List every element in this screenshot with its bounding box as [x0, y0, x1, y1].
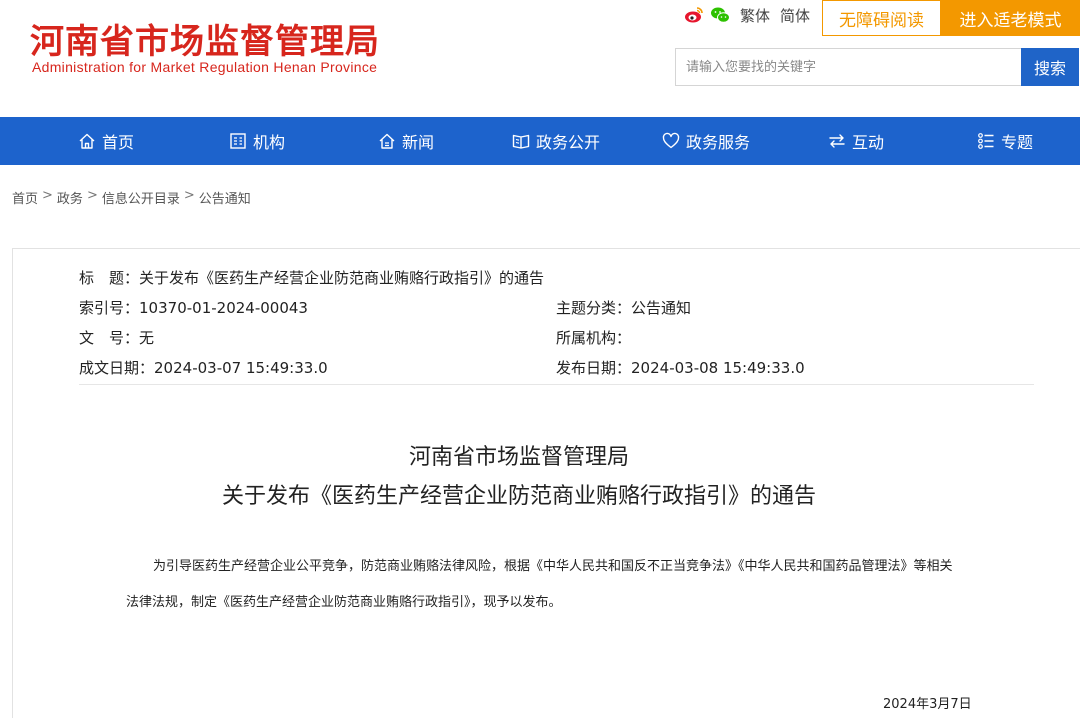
list-icon [978, 133, 994, 149]
article-panel: 标 题：关于发布《医药生产经营企业防范商业贿赂行政指引》的通告 索引号：1037… [12, 248, 1080, 718]
nav-item-label: 新闻 [402, 133, 435, 152]
breadcrumb-separator: > [86, 188, 98, 203]
meta-org-row: 所属机构： [556, 327, 631, 348]
meta-title-row: 标 题：关于发布《医药生产经营企业防范商业贿赂行政指引》的通告 [79, 267, 544, 288]
breadcrumb-separator: > [42, 188, 53, 203]
wechat-icon[interactable] [710, 6, 730, 24]
elder-mode-button[interactable]: 进入适老模式 [941, 0, 1080, 36]
article-date: 2024年3月7日 [883, 697, 972, 712]
simplified-chinese-link[interactable]: 简体 [780, 5, 810, 26]
nav-item-interaction[interactable]: 互动 [828, 117, 884, 165]
meta-published-value: 2024-03-08 15:49:33.0 [631, 359, 805, 377]
heart-icon [662, 132, 680, 149]
meta-index-row: 索引号：10370-01-2024-00043 [79, 297, 308, 318]
open-book-icon [512, 134, 530, 149]
nav-item-label: 专题 [1001, 133, 1034, 152]
meta-category-row: 主题分类：公告通知 [556, 297, 691, 318]
site-logo-subtitle: Administration for Market Regulation Hen… [32, 59, 378, 75]
home-icon [79, 133, 95, 149]
meta-docno-row: 文 号：无 [79, 327, 154, 348]
nav-item-institutions[interactable]: 机构 [229, 117, 285, 165]
meta-docno-label: 文 号： [79, 329, 140, 347]
meta-created-row: 成文日期：2024-03-07 15:49:33.0 [79, 357, 328, 378]
meta-published-label: 发布日期： [556, 359, 632, 377]
main-nav: 首页 机构 新闻 政务公开 政务服务 互动 专题 [0, 117, 1080, 165]
meta-index-label: 索引号： [79, 299, 140, 317]
breadcrumb-government[interactable]: 政务 [57, 188, 83, 207]
nav-item-label: 机构 [253, 133, 286, 152]
meta-published-row: 发布日期：2024-03-08 15:49:33.0 [556, 357, 805, 378]
search-button[interactable]: 搜索 [1021, 48, 1079, 86]
site-header: 河南省市场监督管理局 Administration for Market Reg… [0, 0, 1080, 117]
site-logo-title[interactable]: 河南省市场监督管理局 [30, 14, 380, 63]
traditional-chinese-link[interactable]: 繁体 [740, 5, 770, 26]
meta-category-value: 公告通知 [631, 299, 692, 317]
search-box [675, 48, 1021, 86]
article-paragraph-1: 为引导医药生产经营企业公平竞争，防范商业贿赂法律风险，根据《中华人民共和国反不正… [153, 559, 953, 574]
nav-item-label: 互动 [852, 133, 885, 152]
nav-item-government-affairs[interactable]: 政务公开 [512, 117, 600, 165]
meta-title-value: 关于发布《医药生产经营企业防范商业贿赂行政指引》的通告 [139, 269, 545, 287]
building-icon [230, 133, 246, 149]
meta-index-value: 10370-01-2024-00043 [139, 299, 308, 317]
breadcrumb-separator: > [183, 188, 195, 203]
article-title-line1: 河南省市场监督管理局 [408, 445, 629, 470]
exchange-icon [829, 134, 845, 148]
breadcrumb-info-catalog[interactable]: 信息公开目录 [102, 188, 180, 207]
nav-item-topics[interactable]: 专题 [977, 117, 1033, 165]
top-links: 繁体 简体 [684, 4, 810, 26]
meta-created-label: 成文日期： [79, 359, 155, 377]
meta-org-label: 所属机构： [556, 329, 632, 347]
nav-item-news[interactable]: 新闻 [378, 117, 434, 165]
breadcrumb: 首页 > 政务 > 信息公开目录 > 公告通知 [12, 188, 251, 207]
article-title-line2: 关于发布《医药生产经营企业防范商业贿赂行政指引》的通告 [221, 484, 816, 509]
weibo-icon[interactable] [684, 6, 704, 24]
meta-docno-value: 无 [139, 329, 155, 347]
nav-item-government-services[interactable]: 政务服务 [662, 117, 750, 165]
search-input[interactable] [676, 49, 1021, 85]
nav-item-label: 首页 [102, 133, 135, 152]
article-meta: 标 题：关于发布《医药生产经营企业防范商业贿赂行政指引》的通告 索引号：1037… [79, 259, 1034, 385]
meta-title-label: 标 题： [79, 269, 140, 287]
breadcrumb-home[interactable]: 首页 [12, 188, 38, 207]
news-icon [379, 133, 395, 149]
nav-item-home[interactable]: 首页 [78, 117, 134, 165]
meta-created-value: 2024-03-07 15:49:33.0 [154, 359, 328, 377]
nav-item-label: 政务公开 [536, 133, 601, 152]
breadcrumb-notices[interactable]: 公告通知 [199, 188, 251, 207]
accessibility-reading-button[interactable]: 无障碍阅读 [822, 0, 941, 36]
meta-category-label: 主题分类： [556, 299, 632, 317]
article-paragraph-2: 法律法规，制定《医药生产经营企业防范商业贿赂行政指引》，现予以发布。 [126, 595, 562, 610]
nav-item-label: 政务服务 [686, 133, 751, 152]
